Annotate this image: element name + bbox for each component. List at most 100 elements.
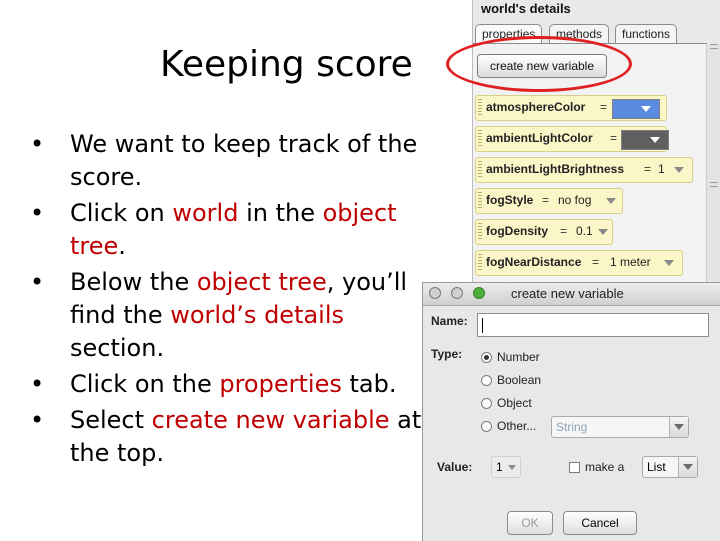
property-value[interactable]: 0.1 [576, 224, 593, 238]
highlighted-text: object tree [196, 268, 327, 296]
dropdown-arrow-icon[interactable] [664, 260, 674, 266]
other-type-select[interactable]: String [551, 416, 689, 438]
equals-sign: = [592, 255, 600, 269]
bullet-item: • Below the object tree, you’ll find the … [30, 266, 430, 365]
drag-grip-icon[interactable] [478, 192, 482, 210]
type-label: Type: [431, 347, 463, 361]
bullet-text: Click on world in the object tree. [70, 199, 397, 260]
property-name: ambientLightColor [486, 131, 593, 145]
dropdown-arrow-icon[interactable] [674, 167, 684, 173]
scrollbar-grip [710, 182, 718, 183]
drag-grip-icon[interactable] [478, 254, 482, 272]
property-row-ambient-light-brightness[interactable]: ambientLightBrightness = 1 [475, 157, 693, 183]
radio-boolean[interactable] [481, 375, 492, 386]
details-title: world's details [481, 1, 571, 16]
name-label: Name: [431, 314, 468, 328]
dropdown-arrow-icon[interactable] [598, 229, 608, 235]
property-name: fogStyle [486, 193, 534, 207]
bullet-item: • Click on the properties tab. [30, 368, 430, 401]
radio-other-label[interactable]: Other... [497, 419, 536, 433]
equals-sign: = [542, 193, 550, 207]
bullet-text-segment: . [118, 232, 126, 260]
value-select[interactable]: 1 [491, 456, 521, 478]
radio-number-label[interactable]: Number [497, 350, 540, 364]
bullet-text-segment: Below the [70, 268, 197, 296]
property-name: atmosphereColor [486, 100, 586, 114]
bullet-text: Click on the properties tab. [70, 370, 396, 398]
bullet-dot: • [30, 199, 45, 227]
scrollbar-grip [710, 186, 718, 187]
highlight-ellipse [446, 36, 632, 92]
property-row-fog-density[interactable]: fogDensity = 0.1 [475, 219, 613, 245]
drag-grip-icon[interactable] [478, 99, 482, 117]
scrollbar-grip [710, 44, 718, 45]
list-type-select[interactable]: List [642, 456, 698, 478]
property-row-ambient-light-color[interactable]: ambientLightColor = [475, 126, 669, 152]
bullet-dot: • [30, 370, 45, 398]
drag-grip-icon[interactable] [478, 223, 482, 241]
ok-button[interactable]: OK [507, 511, 553, 535]
list-type-value: List [647, 460, 666, 474]
highlighted-text: world [172, 199, 239, 227]
bullet-item: • We want to keep track of the score. [30, 128, 430, 194]
bullet-item: • Select create new variable at the top. [30, 404, 430, 470]
property-row-fog-style[interactable]: fogStyle = no fog [475, 188, 623, 214]
bullet-text-segment: tab. [341, 370, 397, 398]
slide-title: Keeping score [160, 44, 413, 85]
equals-sign: = [610, 131, 618, 145]
dialog-titlebar[interactable]: create new variable [423, 283, 720, 306]
chevron-down-icon [669, 417, 688, 437]
make-list-checkbox[interactable] [569, 462, 580, 473]
property-name: fogDensity [486, 224, 549, 238]
radio-boolean-label[interactable]: Boolean [497, 373, 541, 387]
bullet-text-segment: section. [70, 334, 165, 362]
property-row-fog-near-distance[interactable]: fogNearDistance = 1 meter [475, 250, 683, 276]
cancel-button[interactable]: Cancel [563, 511, 637, 535]
bullet-text-segment: in the [238, 199, 323, 227]
bullet-text: Select create new variable at the top. [70, 406, 421, 467]
highlighted-text: properties [219, 370, 342, 398]
equals-sign: = [644, 162, 652, 176]
equals-sign: = [600, 100, 608, 114]
property-value[interactable]: 1 [658, 162, 665, 176]
bullet-text-segment: Click on [70, 199, 173, 227]
value-text: 1 [496, 460, 503, 474]
drag-grip-icon[interactable] [478, 161, 482, 179]
tab-functions[interactable]: functions [615, 24, 678, 43]
radio-other[interactable] [481, 421, 492, 432]
property-value[interactable]: no fog [558, 193, 591, 207]
bullet-dot: • [30, 130, 45, 158]
radio-object[interactable] [481, 398, 492, 409]
make-list-label[interactable]: make a [585, 460, 624, 474]
dropdown-arrow-icon [650, 137, 660, 143]
chevron-down-icon [508, 465, 516, 470]
bullet-text-segment: Select [70, 406, 152, 434]
equals-sign: = [560, 224, 568, 238]
text-caret [482, 318, 483, 333]
bullet-list: • We want to keep track of the score. • Cl… [30, 128, 430, 473]
dropdown-arrow-icon [641, 106, 651, 112]
property-name: ambientLightBrightness [486, 162, 625, 176]
bullet-text: We want to keep track of the score. [70, 130, 417, 191]
property-name: fogNearDistance [486, 255, 582, 269]
highlighted-text: create new variable [151, 406, 390, 434]
chevron-down-icon [678, 457, 697, 477]
drag-grip-icon[interactable] [478, 130, 482, 148]
color-swatch[interactable] [621, 130, 669, 150]
dropdown-arrow-icon[interactable] [606, 198, 616, 204]
variable-name-input[interactable] [477, 313, 709, 337]
create-variable-dialog: create new variable Name: Type: Number B… [422, 282, 720, 541]
minimize-window-icon[interactable] [451, 287, 463, 299]
value-label: Value: [437, 460, 473, 474]
radio-number[interactable] [481, 352, 492, 363]
highlighted-text: world’s details [170, 301, 345, 329]
bullet-dot: • [30, 406, 45, 434]
scrollbar-grip [710, 48, 718, 49]
property-value[interactable]: 1 meter [610, 255, 651, 269]
zoom-window-icon[interactable] [473, 287, 485, 299]
radio-object-label[interactable]: Object [497, 396, 532, 410]
color-swatch[interactable] [612, 99, 660, 119]
property-row-atmosphere-color[interactable]: atmosphereColor = [475, 95, 667, 121]
close-window-icon[interactable] [429, 287, 441, 299]
bullet-text-segment: Click on the [70, 370, 220, 398]
